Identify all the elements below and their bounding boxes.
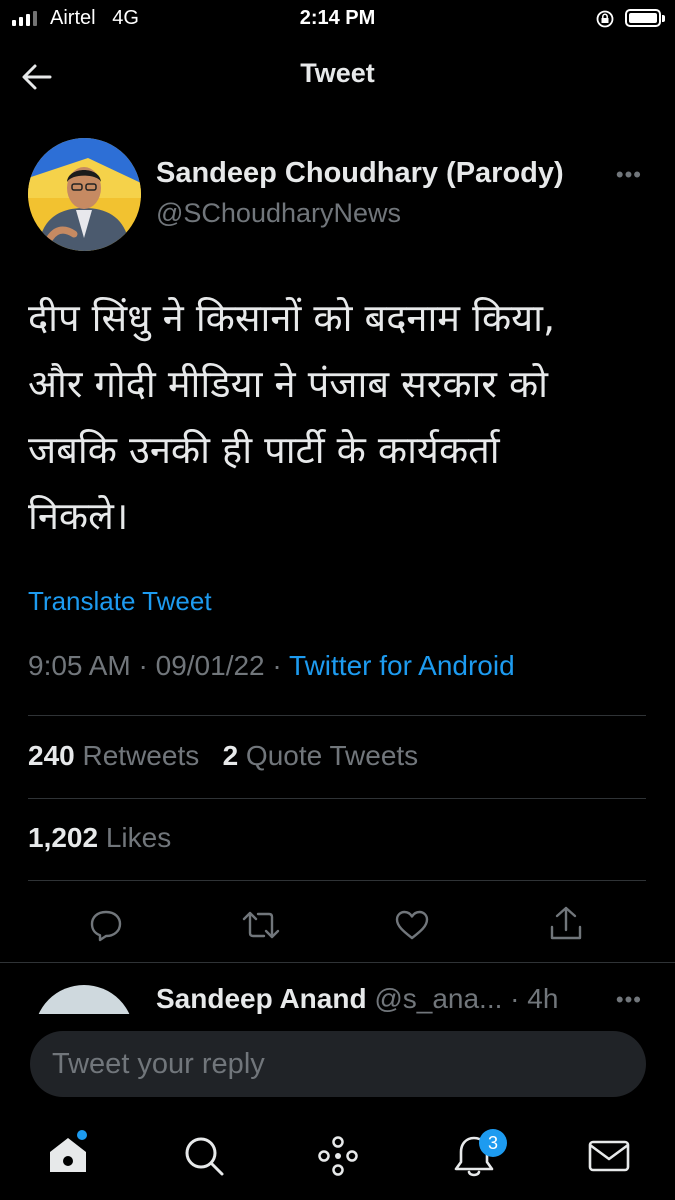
tweet-time: 9:05 AM [28,650,131,681]
home-new-indicator [77,1130,87,1140]
tweet-metadata: 9:05 AM · 09/01/22 · Twitter for Android [28,650,515,681]
status-time: 2:14 PM [299,7,376,29]
author-handle[interactable]: @SChoudharyNews [156,198,401,229]
rotation-lock-icon [596,10,614,28]
reply-handle: @s_ana... [374,983,503,1014]
battery-icon [625,9,665,27]
reply-icon[interactable] [88,907,124,943]
retweets-link[interactable]: 240 Retweets [28,740,199,771]
author-avatar[interactable] [28,138,141,251]
more-options-icon[interactable]: ••• [616,162,642,188]
quote-tweets-link[interactable]: 2 Quote Tweets [223,740,419,771]
messages-icon[interactable] [585,1132,633,1180]
retweet-icon[interactable] [242,907,280,943]
notifications-badge: 3 [479,1129,507,1157]
search-icon[interactable] [180,1132,228,1180]
divider [28,715,646,716]
author-name[interactable]: Sandeep Choudhary (Parody) [156,157,564,190]
share-icon[interactable] [548,905,584,943]
reply-author[interactable]: Sandeep Anand @s_ana... · 4h [156,983,558,1015]
translate-tweet-link[interactable]: Translate Tweet [28,586,212,617]
likes-link[interactable]: 1,202 Likes [28,822,171,854]
page-title: Tweet [300,58,375,88]
spaces-icon[interactable] [314,1132,362,1180]
status-bar: Airtel 4G 2:14 PM [0,0,675,40]
retweet-stats-row: 240 Retweets 2 Quote Tweets [28,740,418,772]
home-icon[interactable] [44,1132,92,1180]
tweet-text: दीप सिंधु ने किसानों को बदनाम किया, और ग… [28,296,556,538]
reply-more-options-icon[interactable]: ••• [616,987,642,1013]
divider [28,880,646,881]
tweet-source-link[interactable]: Twitter for Android [289,650,515,681]
divider [28,798,646,799]
reply-age: · 4h [510,983,559,1014]
divider [0,962,675,963]
tweet-date: 09/01/22 [155,650,265,681]
like-heart-icon[interactable] [394,907,430,943]
reply-input[interactable]: Tweet your reply [30,1031,646,1097]
